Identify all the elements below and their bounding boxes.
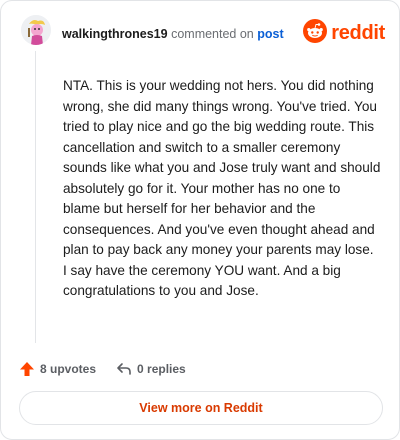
- view-more-button[interactable]: View more on Reddit: [19, 391, 383, 425]
- comment-body: NTA. This is your wedding not hers. You …: [63, 78, 381, 298]
- reply-arrow-icon: [116, 361, 132, 377]
- thread-line: [35, 51, 36, 343]
- reddit-wordmark: reddit: [331, 21, 385, 44]
- avatar[interactable]: [21, 15, 51, 45]
- comment-embed-card: walkingthrones19 commented on post reddi…: [0, 0, 400, 440]
- reddit-logo-icon: [303, 18, 328, 48]
- replies-button[interactable]: 0 replies: [116, 361, 186, 377]
- comment-meta: walkingthrones19 commented on post: [62, 27, 284, 41]
- upvote-button[interactable]: 8 upvotes: [19, 361, 96, 377]
- username-link[interactable]: walkingthrones19: [62, 27, 168, 41]
- upvote-count: 8 upvotes: [40, 362, 97, 376]
- post-link[interactable]: post: [257, 27, 283, 41]
- comment-actions: 8 upvotes 0 replies: [19, 359, 186, 379]
- comment-action-text: commented on: [171, 27, 254, 41]
- comment-header: walkingthrones19 commented on post reddi…: [21, 15, 385, 53]
- replies-count: 0 replies: [137, 362, 186, 376]
- upvote-arrow-icon: [19, 361, 35, 377]
- reddit-brand[interactable]: reddit: [303, 18, 385, 48]
